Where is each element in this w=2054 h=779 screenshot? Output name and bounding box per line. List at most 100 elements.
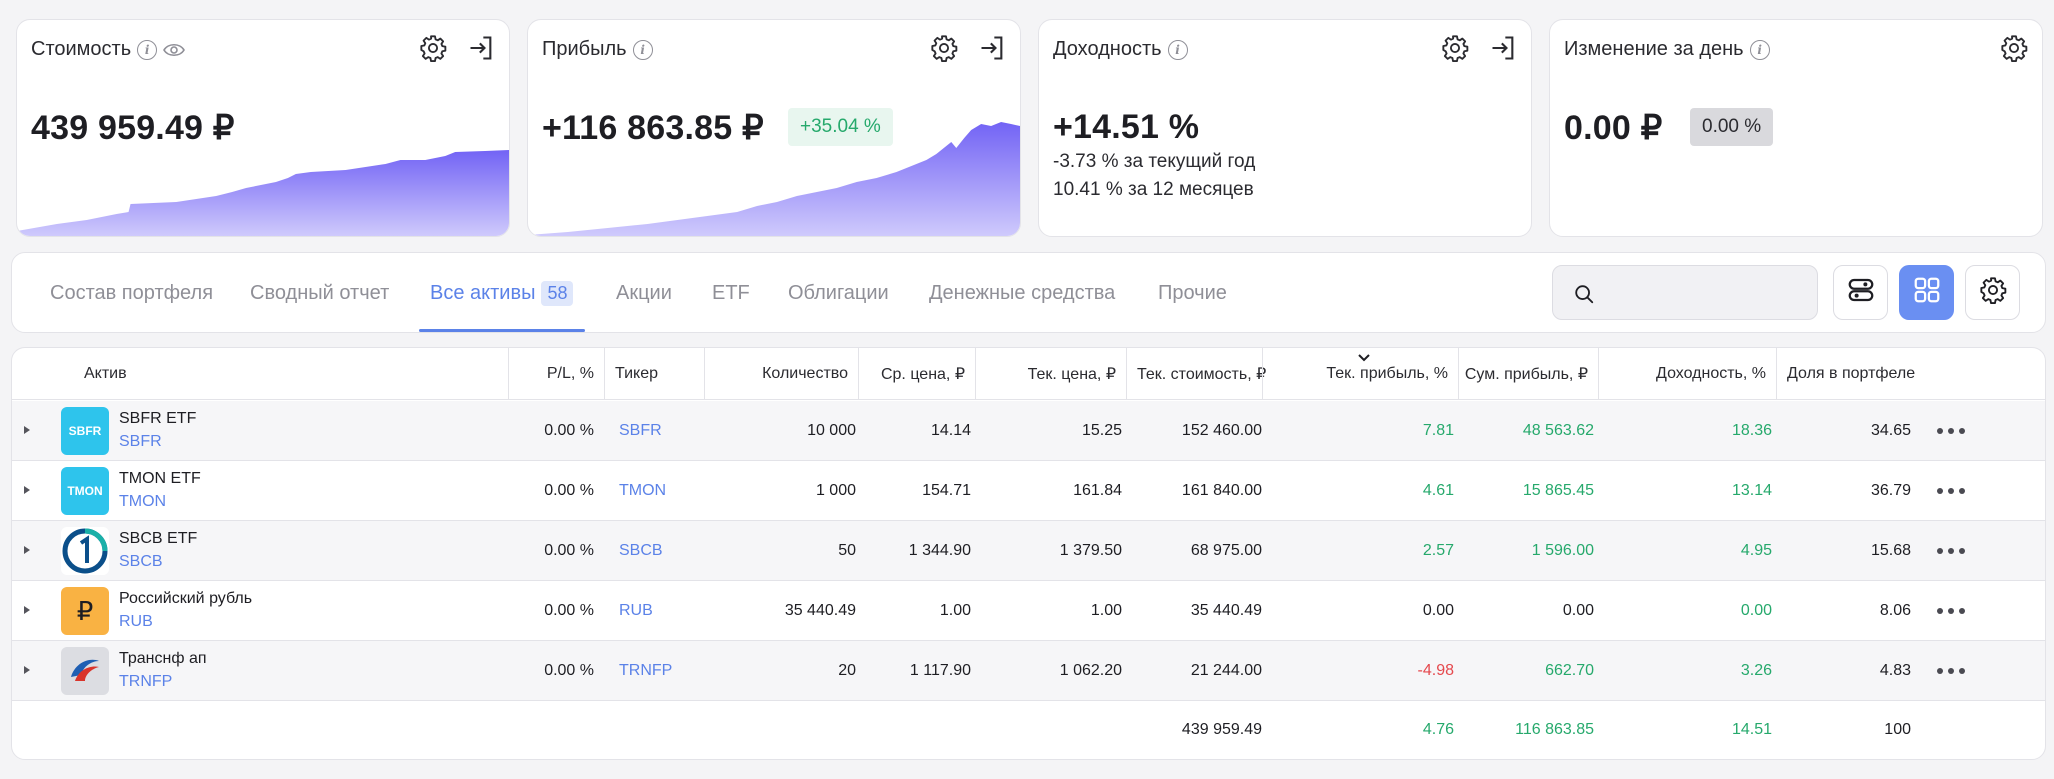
avg-price-value: 1.00 (939, 601, 971, 619)
expand-row-icon[interactable] (24, 546, 30, 554)
list-view-button[interactable] (1833, 265, 1888, 320)
asset-ticker-link[interactable]: RUB (119, 613, 153, 631)
gear-icon[interactable] (2000, 34, 2028, 62)
col-quantity[interactable]: Количество (704, 348, 858, 400)
table-row[interactable]: SBFR SBFR ETF SBFR 0.00 % SBFR 10 000 14… (12, 401, 2045, 461)
export-icon[interactable] (467, 34, 495, 62)
tab-cash[interactable]: Денежные средства (929, 253, 1115, 334)
asset-name: Транснф ап (119, 650, 207, 667)
tab-bonds[interactable]: Облигации (788, 253, 889, 334)
yield-12-months: 10.41 % за 12 месяцев (1053, 179, 1254, 200)
asset-ticker-link[interactable]: TMON (119, 493, 166, 511)
pl-value: 0.00 % (544, 481, 594, 499)
share-value: 34.65 (1870, 421, 1911, 439)
yield-current-year: -3.73 % за текущий год (1053, 151, 1256, 172)
quantity-value: 20 (838, 661, 856, 679)
col-yield[interactable]: Доходность, % (1598, 348, 1776, 400)
ticker-link[interactable]: SBFR (619, 401, 662, 460)
card-yield: Доходность i +14.51 % -3.73 % за текущий… (1038, 19, 1532, 237)
current-profit-value: 7.81 (1422, 421, 1454, 439)
card-value-title: Стоимость (31, 38, 132, 60)
tab-portfolio-composition[interactable]: Состав портфеля (50, 253, 213, 334)
table-row[interactable]: Транснф ап TRNFP 0.00 % TRNFP 20 1 117.9… (12, 641, 2045, 701)
tab-summary-report[interactable]: Сводный отчет (250, 253, 389, 334)
sort-desc-icon[interactable] (1357, 350, 1371, 368)
yield-value: 18.36 (1731, 421, 1772, 439)
avg-price-value: 14.14 (930, 421, 971, 439)
expand-row-icon[interactable] (24, 606, 30, 614)
pl-value: 0.00 % (544, 601, 594, 619)
total-yield: 14.51 (1731, 720, 1772, 738)
ticker-link[interactable]: TRNFP (619, 641, 672, 700)
grid-view-button[interactable] (1899, 265, 1954, 320)
col-ticker[interactable]: Тикер (604, 348, 704, 400)
gear-icon[interactable] (930, 34, 958, 62)
table-row[interactable]: SBCB ETF SBCB 0.00 % SBCB 50 1 344.90 1 … (12, 521, 2045, 581)
col-current-price[interactable]: Тек. цена, ₽ (975, 348, 1126, 400)
profit-chart (528, 122, 1020, 236)
info-icon[interactable]: i (1167, 39, 1188, 60)
quantity-value: 35 440.49 (784, 601, 856, 619)
col-share[interactable]: Доля в портфеле (1776, 348, 1917, 400)
current-price-value: 1.00 (1090, 601, 1122, 619)
row-menu-icon[interactable] (1937, 419, 1965, 443)
ticker-link[interactable]: TMON (619, 461, 666, 520)
eye-icon[interactable] (163, 42, 186, 58)
tab-all-assets[interactable]: Все активы 58 (430, 253, 574, 334)
asset-ticker-link[interactable]: SBCB (119, 553, 163, 571)
expand-row-icon[interactable] (24, 486, 30, 494)
gear-icon[interactable] (1441, 34, 1469, 62)
quantity-value: 10 000 (807, 421, 856, 439)
tab-etf[interactable]: ETF (712, 253, 750, 334)
yield-value: 0.00 (1740, 601, 1772, 619)
card-day-change: Изменение за день i 0.00 ₽ 0.00 % (1549, 19, 2043, 237)
totals-row: 439 959.49 4.76 116 863.85 14.51 100 (12, 700, 2045, 759)
info-icon[interactable]: i (137, 39, 158, 60)
col-total-profit[interactable]: Сум. прибыль, ₽ (1458, 348, 1598, 400)
gear-icon[interactable] (419, 34, 447, 62)
toggle-list-icon (1846, 275, 1876, 310)
table-row[interactable]: ₽ Российский рубль RUB 0.00 % RUB 35 440… (12, 581, 2045, 641)
table-row[interactable]: TMON TMON ETF TMON 0.00 % TMON 1 000 154… (12, 461, 2045, 521)
yield-value: 13.14 (1731, 481, 1772, 499)
expand-row-icon[interactable] (24, 426, 30, 434)
current-profit-value: -4.98 (1417, 661, 1454, 679)
transneft-logo (61, 647, 109, 695)
assets-count-badge: 58 (541, 281, 574, 306)
table-settings-button[interactable] (1965, 265, 2020, 320)
tab-label: Сводный отчет (250, 282, 390, 304)
row-menu-icon[interactable] (1937, 479, 1965, 503)
row-menu-icon[interactable] (1937, 539, 1965, 563)
export-icon[interactable] (978, 34, 1006, 62)
ticker-link[interactable]: RUB (619, 581, 653, 640)
logo-text: TMON (67, 484, 103, 498)
col-current-value[interactable]: Тек. стоимость, ₽ (1126, 348, 1273, 400)
info-icon[interactable]: i (632, 39, 653, 60)
total-value: 439 959.49 (1181, 720, 1262, 738)
current-price-value: 1 062.20 (1059, 661, 1122, 679)
col-avg-price[interactable]: Ср. цена, ₽ (858, 348, 975, 400)
current-price-value: 1 379.50 (1059, 541, 1122, 559)
tab-label: Состав портфеля (50, 282, 214, 304)
tab-shares[interactable]: Акции (616, 253, 672, 334)
row-menu-icon[interactable] (1937, 599, 1965, 623)
col-asset[interactable]: Актив (74, 348, 514, 400)
logo-text: ₽ (76, 595, 94, 626)
asset-name: TMON ETF (119, 470, 201, 487)
export-icon[interactable] (1489, 34, 1517, 62)
ticker-link[interactable]: SBCB (619, 521, 663, 580)
search-input[interactable] (1552, 265, 1818, 320)
current-price-value: 161.84 (1073, 481, 1122, 499)
asset-ticker-link[interactable]: SBFR (119, 433, 162, 451)
card-yield-title: Доходность (1053, 38, 1162, 60)
col-pl[interactable]: P/L, % (508, 348, 604, 400)
table-header: Актив P/L, % Тикер Количество Ср. цена, … (12, 348, 2045, 400)
row-menu-icon[interactable] (1937, 659, 1965, 683)
expand-row-icon[interactable] (24, 666, 30, 674)
tab-other[interactable]: Прочие (1158, 253, 1227, 334)
info-icon[interactable]: i (1749, 39, 1770, 60)
current-value-value: 35 440.49 (1190, 601, 1262, 619)
asset-ticker-link[interactable]: TRNFP (119, 673, 172, 691)
tmon-logo: TMON (61, 467, 109, 515)
yield-value: 4.95 (1740, 541, 1772, 559)
